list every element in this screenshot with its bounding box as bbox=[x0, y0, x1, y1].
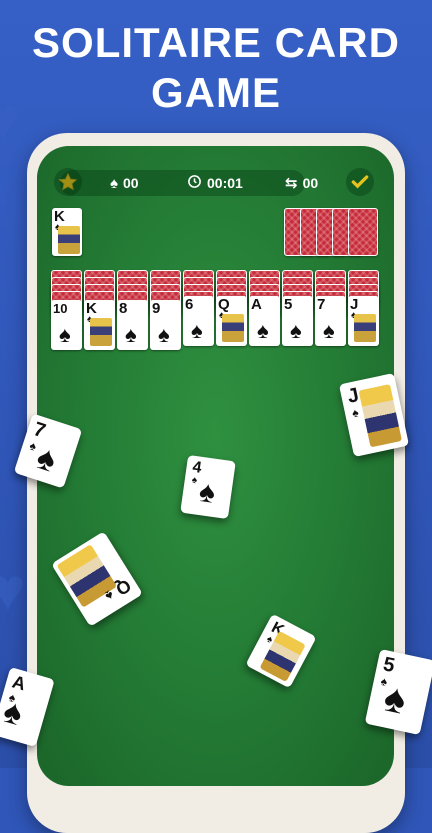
tableau-card[interactable]: 7 ♠ bbox=[315, 296, 346, 346]
tableau-card[interactable]: J♠ bbox=[348, 296, 379, 346]
card-rank: Q bbox=[112, 575, 135, 600]
card-suit: ♠ bbox=[27, 438, 39, 454]
spade-icon: ♠ bbox=[0, 691, 28, 734]
background-heart-icon: ♥ bbox=[0, 556, 26, 623]
card-suit: ♠ bbox=[350, 405, 360, 421]
tableau-card[interactable]: 9 ♠ bbox=[150, 300, 181, 350]
tableau-card[interactable]: 10 ♠ bbox=[51, 300, 82, 350]
card-suit: ♠ bbox=[191, 318, 203, 343]
swap-counter: ⇆ 00 bbox=[285, 172, 318, 194]
time-value: 00:01 bbox=[207, 175, 243, 191]
king-portrait-icon bbox=[58, 226, 80, 254]
card-suit: ♠ bbox=[191, 474, 198, 487]
card-suit: ♠ bbox=[125, 322, 137, 347]
floating-card[interactable]: 4 ♠ ♠ bbox=[180, 454, 236, 520]
tableau-card[interactable]: K♠ bbox=[84, 300, 115, 350]
card-suit: ♠ bbox=[323, 318, 335, 343]
clock-icon bbox=[187, 174, 202, 193]
swaps-value: 00 bbox=[302, 175, 319, 191]
spade-icon: ♠ bbox=[197, 474, 218, 510]
card-suit: ♠ bbox=[101, 587, 117, 605]
stock-pile[interactable] bbox=[348, 208, 378, 256]
moves-value: 00 bbox=[122, 175, 139, 191]
face-card-portrait-icon bbox=[354, 314, 376, 342]
check-icon[interactable] bbox=[346, 168, 374, 196]
headline-line-1: SOLITAIRE CARD bbox=[32, 19, 400, 66]
headline-line-2: GAME bbox=[151, 69, 281, 116]
card-rank: 6 bbox=[185, 296, 194, 313]
stats-bar bbox=[60, 170, 305, 196]
card-suit: ♠ bbox=[257, 318, 269, 343]
card-rank: 7 bbox=[317, 296, 326, 313]
card-rank: A bbox=[251, 296, 262, 313]
face-card-portrait-icon bbox=[222, 314, 244, 342]
tableau-card[interactable]: A ♠ bbox=[249, 296, 280, 346]
timer: 00:01 bbox=[187, 172, 243, 194]
jack-portrait-icon bbox=[358, 384, 402, 448]
tableau-card[interactable]: 5 ♠ bbox=[282, 296, 313, 346]
swap-arrows-icon: ⇆ bbox=[285, 175, 298, 192]
foundation-card[interactable]: K ♠ bbox=[52, 208, 82, 256]
spade-icon: ♠ bbox=[110, 174, 118, 192]
card-suit: ♠ bbox=[290, 318, 302, 343]
card-rank: 10 bbox=[53, 301, 68, 316]
card-rank: 8 bbox=[119, 300, 128, 317]
tableau-card[interactable]: Q♠ bbox=[216, 296, 247, 346]
card-suit: ♠ bbox=[158, 322, 170, 347]
card-rank: 5 bbox=[284, 296, 293, 313]
face-card-portrait-icon bbox=[90, 318, 112, 346]
tableau-card[interactable]: 6 ♠ bbox=[183, 296, 214, 346]
card-suit: ♠ bbox=[59, 322, 71, 347]
tableau-card[interactable]: 8 ♠ bbox=[117, 300, 148, 350]
card-rank: 9 bbox=[152, 300, 161, 317]
moves-counter: ♠ 00 bbox=[110, 172, 139, 194]
